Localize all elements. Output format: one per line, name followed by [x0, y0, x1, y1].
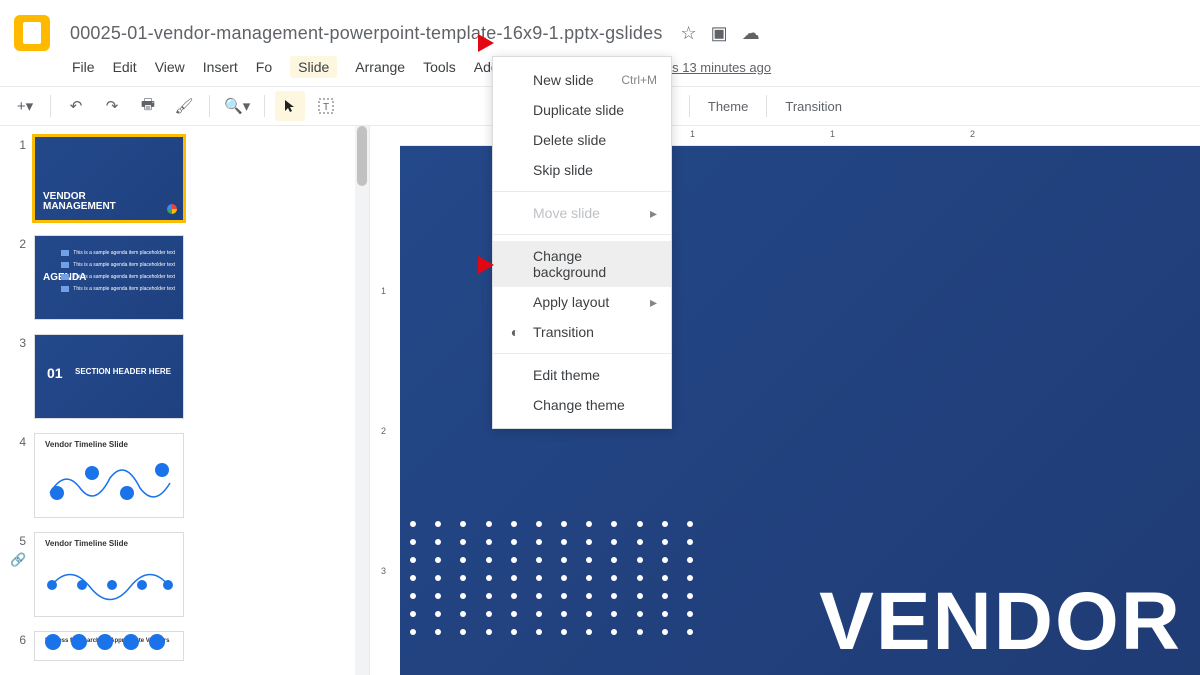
menu-separator	[493, 191, 671, 192]
cloud-icon[interactable]: ☁	[742, 23, 760, 44]
timeline-preview	[45, 458, 173, 508]
menu-duplicate-slide[interactable]: Duplicate slide	[493, 95, 671, 125]
slide-thumbnail-6[interactable]: Process for Searching Appropriate Vendor…	[34, 631, 184, 661]
thumb-title: Vendor Timeline Slide	[45, 539, 128, 548]
thumb-title: MANAGEMENT	[43, 201, 116, 212]
print-button[interactable]: 🖶	[133, 91, 163, 121]
link-icon: 🔗	[10, 552, 34, 568]
menu-delete-slide[interactable]: Delete slide	[493, 125, 671, 155]
new-slide-button[interactable]: + ▾	[10, 91, 40, 121]
submenu-arrow-icon: ▸	[650, 205, 657, 222]
separator	[689, 95, 690, 117]
textbox-icon: T	[318, 98, 334, 114]
document-title[interactable]: 00025-01-vendor-management-powerpoint-te…	[70, 23, 663, 44]
menu-apply-layout[interactable]: Apply layout▸	[493, 287, 671, 317]
vertical-ruler: 1 2 3	[369, 126, 397, 675]
menu-slide[interactable]: Slide	[290, 56, 337, 78]
menu-file[interactable]: File	[72, 59, 95, 75]
annotation-arrow-1	[440, 30, 494, 56]
scrollbar-thumb[interactable]	[357, 126, 367, 186]
thumb-row-6: 6 Process for Searching Appropriate Vend…	[6, 631, 347, 661]
section-title: SECTION HEADER HERE	[75, 367, 171, 376]
menu-separator	[493, 353, 671, 354]
menu-separator	[493, 234, 671, 235]
move-icon[interactable]: ▣	[711, 23, 728, 44]
menu-format[interactable]: Fo	[256, 59, 272, 75]
menu-edit-theme[interactable]: Edit theme	[493, 360, 671, 390]
theme-button[interactable]: Theme	[700, 99, 756, 114]
timeline-preview	[45, 557, 173, 607]
star-icon[interactable]: ☆	[681, 23, 697, 44]
slide-thumbnail-4[interactable]: Vendor Timeline Slide	[34, 433, 184, 518]
slide-thumbnail-5[interactable]: Vendor Timeline Slide	[34, 532, 184, 617]
thumb-row-4: 4 Vendor Timeline Slide	[6, 433, 347, 518]
menu-move-slide: Move slide▸	[493, 198, 671, 228]
zoom-button[interactable]: 🔍 ▾	[220, 91, 254, 121]
slide-title-text: VENDOR	[819, 575, 1182, 669]
menu-insert[interactable]: Insert	[203, 59, 238, 75]
menu-edit[interactable]: Edit	[113, 59, 137, 75]
agenda-preview: This is a sample agenda item placeholder…	[61, 250, 175, 292]
menu-change-theme[interactable]: Change theme	[493, 390, 671, 420]
slide-panel: 1 VENDOR MANAGEMENT 2 AGENDA This is a s…	[0, 126, 400, 675]
thumb-number: 1	[6, 136, 26, 152]
separator	[209, 95, 210, 117]
ruler-tick: 2	[970, 129, 975, 139]
thumb-row-3: 3 01 SECTION HEADER HERE	[6, 334, 347, 419]
ruler-tick: 1	[690, 129, 695, 139]
transition-icon: ◐	[507, 324, 523, 340]
sidebar-scrollbar[interactable]	[355, 126, 369, 675]
annotation-arrow-2	[440, 252, 494, 278]
menu-change-background[interactable]: Change background	[493, 241, 671, 287]
menu-tools[interactable]: Tools	[423, 59, 456, 75]
thumb-number: 5	[6, 532, 26, 548]
thumbnail-list: 1 VENDOR MANAGEMENT 2 AGENDA This is a s…	[0, 126, 355, 675]
thumb-number: 6	[6, 631, 26, 647]
separator	[50, 95, 51, 117]
thumb-number: 4	[6, 433, 26, 449]
menu-view[interactable]: View	[155, 59, 185, 75]
ruler-tick: 3	[370, 566, 397, 576]
slide-thumbnail-3[interactable]: 01 SECTION HEADER HERE	[34, 334, 184, 419]
slides-logo-icon[interactable]	[14, 15, 50, 51]
menu-new-slide[interactable]: New slideCtrl+M	[493, 65, 671, 95]
ruler-tick: 1	[830, 129, 835, 139]
ruler-tick: 1	[370, 286, 397, 296]
thumb-title: Vendor Timeline Slide	[45, 440, 128, 449]
pointer-tool-button[interactable]	[275, 91, 305, 121]
thumb-number: 3	[6, 334, 26, 350]
header-row: 00025-01-vendor-management-powerpoint-te…	[0, 0, 1200, 56]
textbox-tool-button[interactable]: T	[311, 91, 341, 121]
process-dots	[45, 634, 165, 650]
section-number: 01	[47, 365, 63, 381]
thumb-row-2: 2 AGENDA This is a sample agenda item pl…	[6, 235, 347, 320]
shortcut-label: Ctrl+M	[621, 73, 657, 87]
cursor-icon	[284, 99, 296, 113]
thumb-row-1: 1 VENDOR MANAGEMENT	[6, 136, 347, 221]
dot-grid	[400, 521, 700, 635]
menu-skip-slide[interactable]: Skip slide	[493, 155, 671, 185]
transition-button[interactable]: Transition	[777, 99, 850, 114]
separator	[766, 95, 767, 117]
svg-text:T: T	[323, 102, 329, 113]
slide-thumbnail-1[interactable]: VENDOR MANAGEMENT	[34, 136, 184, 221]
thumb-number: 2	[6, 235, 26, 251]
paint-format-button[interactable]: 🖌	[169, 91, 199, 121]
menu-arrange[interactable]: Arrange	[355, 59, 405, 75]
title-actions: ☆ ▣ ☁	[681, 23, 760, 44]
submenu-arrow-icon: ▸	[650, 294, 657, 311]
separator	[264, 95, 265, 117]
slide-dropdown-menu: New slideCtrl+M Duplicate slide Delete s…	[492, 56, 672, 429]
ruler-tick: 2	[370, 426, 397, 436]
slide-thumbnail-2[interactable]: AGENDA This is a sample agenda item plac…	[34, 235, 184, 320]
redo-button[interactable]: ↷	[97, 91, 127, 121]
logo-badge-icon	[167, 204, 177, 214]
thumb-row-5: 5 🔗 Vendor Timeline Slide	[6, 532, 347, 617]
undo-button[interactable]: ↶	[61, 91, 91, 121]
menu-transition[interactable]: ◐Transition	[493, 317, 671, 347]
